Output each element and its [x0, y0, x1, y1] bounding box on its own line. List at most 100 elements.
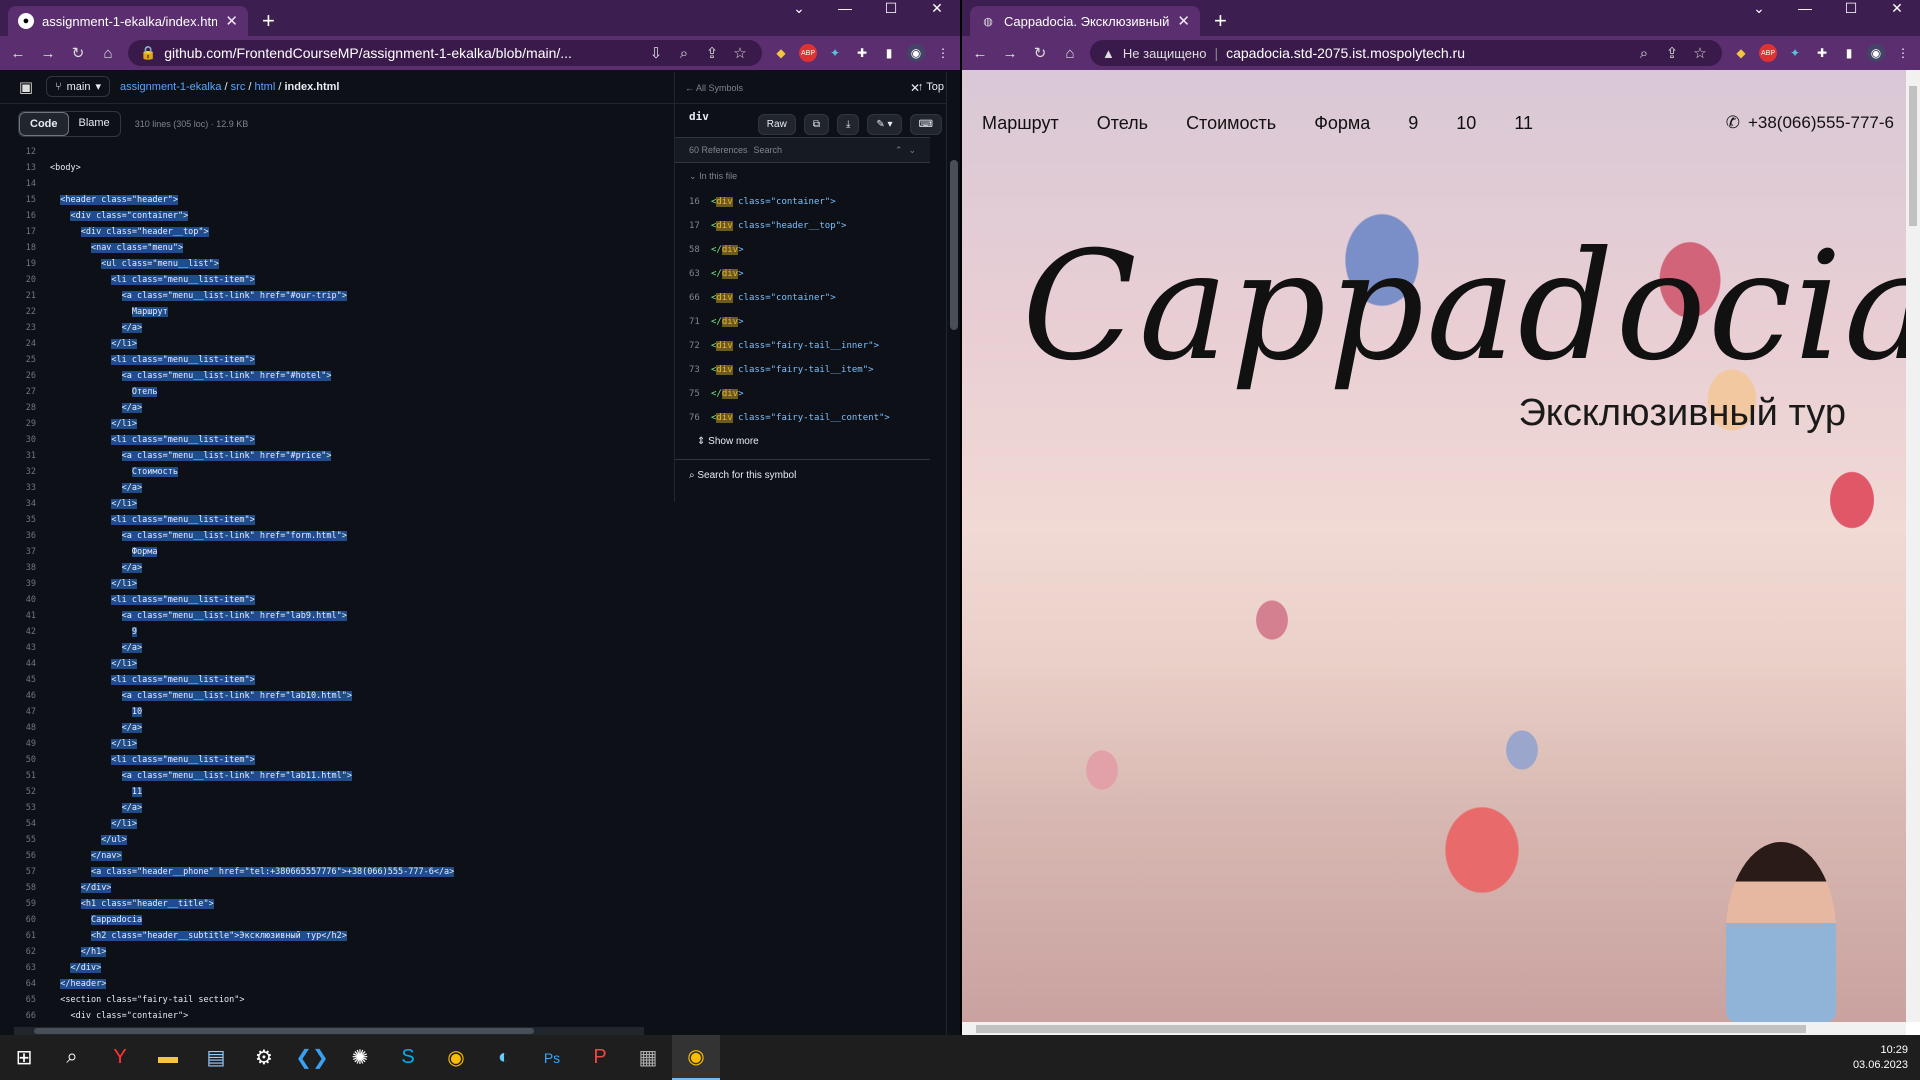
site-menu-link[interactable]: Маршрут: [982, 113, 1059, 134]
reload-icon[interactable]: ↻: [1030, 44, 1050, 62]
back-icon[interactable]: ←: [970, 45, 990, 62]
reference-item[interactable]: 66 <div class="container">: [675, 286, 930, 310]
chevron-up-icon[interactable]: ⌃: [895, 145, 903, 156]
tab-search-icon[interactable]: ⌄: [776, 0, 822, 16]
tab-search-icon[interactable]: ⌄: [1736, 0, 1782, 16]
line-number[interactable]: 51: [14, 771, 50, 781]
reference-item[interactable]: 16 <div class="container">: [675, 190, 930, 214]
line-number[interactable]: 55: [14, 835, 50, 845]
breadcrumb-src[interactable]: src: [231, 81, 246, 93]
line-number[interactable]: 42: [14, 627, 50, 637]
line-number[interactable]: 27: [14, 387, 50, 397]
site-menu-link[interactable]: Форма: [1314, 113, 1370, 134]
forward-icon[interactable]: →: [1000, 45, 1020, 62]
line-number[interactable]: 16: [14, 211, 50, 221]
app-icon[interactable]: ▦: [624, 1035, 672, 1080]
reference-item[interactable]: 71 </div>: [675, 310, 930, 334]
line-number[interactable]: 61: [14, 931, 50, 941]
line-number[interactable]: 58: [14, 883, 50, 893]
line-number[interactable]: 17: [14, 227, 50, 237]
line-number[interactable]: 45: [14, 675, 50, 685]
line-number[interactable]: 47: [14, 707, 50, 717]
line-number[interactable]: 35: [14, 515, 50, 525]
file-explorer-icon[interactable]: ▬: [144, 1035, 192, 1080]
scroll-thumb[interactable]: [34, 1028, 534, 1034]
system-clock[interactable]: 10:29 03.06.2023: [1853, 1043, 1908, 1073]
line-number[interactable]: 52: [14, 787, 50, 797]
line-number[interactable]: 37: [14, 547, 50, 557]
address-bar[interactable]: ▲ Не защищено | capadocia.std-2075.ist.m…: [1090, 40, 1722, 66]
profile-avatar[interactable]: ◉: [907, 44, 925, 62]
vscode-icon[interactable]: ❮❯: [288, 1035, 336, 1080]
scroll-thumb[interactable]: [950, 160, 958, 330]
bookmark-star-icon[interactable]: ☆: [1690, 44, 1710, 62]
maximize-button[interactable]: ☐: [868, 0, 914, 16]
extension-icon[interactable]: ◆: [1732, 44, 1750, 62]
presentation-app-icon[interactable]: P: [576, 1035, 624, 1080]
line-number[interactable]: 62: [14, 947, 50, 957]
chevron-down-icon[interactable]: ⌄: [908, 145, 916, 156]
chrome-icon[interactable]: ◉: [432, 1035, 480, 1080]
line-number[interactable]: 40: [14, 595, 50, 605]
profile-avatar[interactable]: ◉: [1867, 44, 1885, 62]
minimize-button[interactable]: —: [1782, 0, 1828, 16]
zoom-icon[interactable]: ⌕: [1634, 45, 1654, 62]
horizontal-scrollbar[interactable]: [14, 1027, 644, 1035]
line-number[interactable]: 18: [14, 243, 50, 253]
line-number[interactable]: 26: [14, 371, 50, 381]
show-more-button[interactable]: ⇕ Show more: [675, 430, 930, 453]
reference-item[interactable]: 72 <div class="fairy-tail__inner">: [675, 334, 930, 358]
line-number[interactable]: 32: [14, 467, 50, 477]
line-number[interactable]: 66: [14, 1011, 50, 1021]
line-number[interactable]: 49: [14, 739, 50, 749]
line-number[interactable]: 20: [14, 275, 50, 285]
bookmark-star-icon[interactable]: ☆: [730, 44, 750, 62]
line-number[interactable]: 64: [14, 979, 50, 989]
vertical-scrollbar[interactable]: [1906, 70, 1920, 1022]
all-symbols-link[interactable]: ← All Symbols: [685, 83, 743, 93]
scroll-thumb[interactable]: [976, 1025, 1806, 1033]
line-number[interactable]: 63: [14, 963, 50, 973]
extensions-puzzle-icon[interactable]: ✚: [1813, 44, 1831, 62]
line-number[interactable]: 14: [14, 179, 50, 189]
line-number[interactable]: 56: [14, 851, 50, 861]
system-app-icon[interactable]: ✺: [336, 1035, 384, 1080]
skype-icon[interactable]: S: [384, 1035, 432, 1080]
photoshop-icon[interactable]: Ps: [528, 1035, 576, 1080]
close-window-button[interactable]: ✕: [914, 0, 960, 16]
line-number[interactable]: 41: [14, 611, 50, 621]
side-panel-icon[interactable]: ▮: [880, 44, 898, 62]
reload-icon[interactable]: ↻: [68, 44, 88, 62]
line-number[interactable]: 29: [14, 419, 50, 429]
in-file-group[interactable]: ⌄ In this file: [675, 163, 930, 190]
code-view[interactable]: 12 13 <body> 14 15 <header class="header"> 16…: [14, 144, 660, 1026]
site-menu-link[interactable]: 11: [1514, 113, 1533, 134]
line-number[interactable]: 48: [14, 723, 50, 733]
reference-item[interactable]: 17 <div class="header__top">: [675, 214, 930, 238]
line-number[interactable]: 53: [14, 803, 50, 813]
scroll-thumb[interactable]: [1909, 86, 1917, 226]
site-menu-link[interactable]: Отель: [1097, 113, 1148, 134]
line-number[interactable]: 33: [14, 483, 50, 493]
line-number[interactable]: 44: [14, 659, 50, 669]
close-panel-icon[interactable]: ✕: [910, 81, 920, 95]
adblock-icon[interactable]: ABP: [1759, 44, 1777, 62]
new-tab-button[interactable]: +: [262, 10, 275, 32]
adblock-icon[interactable]: ABP: [799, 44, 817, 62]
header-phone-link[interactable]: ✆ +38(066)555-777-6: [1726, 113, 1894, 133]
close-tab-icon[interactable]: ✕: [225, 12, 238, 30]
home-icon[interactable]: ⌂: [98, 45, 118, 62]
browser-app-icon[interactable]: ◐: [480, 1035, 528, 1080]
line-number[interactable]: 30: [14, 435, 50, 445]
line-number[interactable]: 36: [14, 531, 50, 541]
line-number[interactable]: 39: [14, 579, 50, 589]
extension-icon[interactable]: ◆: [772, 44, 790, 62]
settings-gear-icon[interactable]: ⚙: [240, 1035, 288, 1080]
line-number[interactable]: 34: [14, 499, 50, 509]
minimize-button[interactable]: —: [822, 0, 868, 16]
line-number[interactable]: 43: [14, 643, 50, 653]
files-app-icon[interactable]: ▤: [192, 1035, 240, 1080]
line-number[interactable]: 54: [14, 819, 50, 829]
reference-item[interactable]: 73 <div class="fairy-tail__item">: [675, 358, 930, 382]
translate-extension-icon[interactable]: ✦: [1786, 44, 1804, 62]
